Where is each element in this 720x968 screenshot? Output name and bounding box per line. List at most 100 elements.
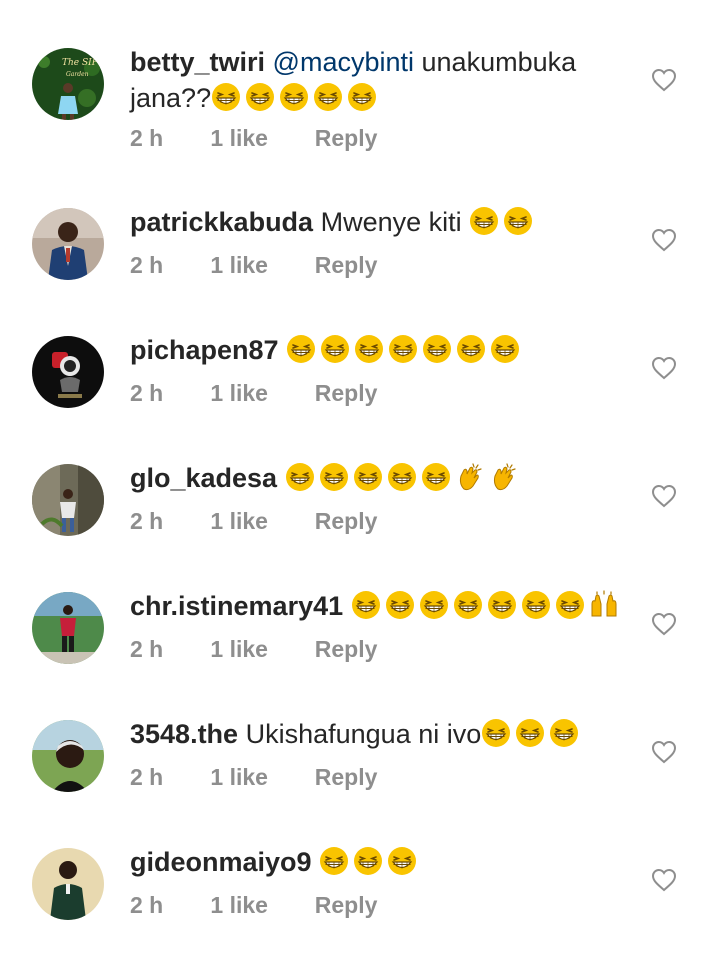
grin-emoji-icon [353,846,383,876]
like-heart-icon[interactable] [651,68,677,92]
like-heart-icon[interactable] [651,740,677,764]
grin-emoji-icon [245,82,275,112]
emoji-list [319,847,421,877]
reply-button[interactable]: Reply [315,252,378,279]
like-heart-icon[interactable] [651,612,677,636]
avatar[interactable] [32,592,104,664]
like-heart-icon[interactable] [651,228,677,252]
avatar-image [32,592,104,664]
grin-emoji-icon [421,462,451,492]
comment-time: 2 h [130,508,164,534]
grin-emoji-icon [481,718,511,748]
comment-body: betty_twiri @macybinti unakumbuka jana?? [130,44,630,116]
avatar-image [32,336,104,408]
emoji-list [286,335,524,365]
reply-button[interactable]: Reply [315,892,378,919]
comment-body: chr.istinemary41 [130,588,630,624]
comment-body: pichapen87 [130,332,630,368]
comment-likes[interactable]: 1 like [210,125,308,152]
comment-meta: 2 h 1 like Reply [130,508,377,535]
avatar-image [32,464,104,536]
grin-emoji-icon [385,590,415,620]
grin-emoji-icon [422,334,452,364]
grin-emoji-icon [347,82,377,112]
comment-time: 2 h [130,892,164,918]
clap-emoji-icon [489,462,519,492]
comment-item: 3548.the Ukishafungua ni ivo 2 h 1 like … [0,712,720,840]
emoji-list [351,590,623,621]
grin-emoji-icon [521,590,551,620]
like-heart-icon[interactable] [651,868,677,892]
comment-time: 2 h [130,380,164,406]
grin-emoji-icon [319,462,349,492]
comment-username[interactable]: 3548.the [130,719,238,749]
emoji-list [481,719,583,749]
avatar[interactable] [32,464,104,536]
comment-username[interactable]: patrickkabuda [130,207,313,237]
avatar-sign-text-2: Garden [66,71,89,78]
grin-emoji-icon [286,334,316,364]
grin-emoji-icon [487,590,517,620]
avatar[interactable] [32,848,104,920]
grin-emoji-icon [353,462,383,492]
emoji-list [211,83,381,113]
comment-username[interactable]: betty_twiri [130,47,265,77]
avatar[interactable] [32,720,104,792]
reply-button[interactable]: Reply [315,636,378,663]
grin-emoji-icon [351,590,381,620]
comment-likes[interactable]: 1 like [210,252,308,279]
grin-emoji-icon [388,334,418,364]
comment-item: glo_kadesa 2 h 1 like Reply [0,456,720,584]
avatar-image [32,208,104,280]
comment-text-line2: jana?? [130,83,212,113]
comment-username[interactable]: pichapen87 [130,335,279,365]
comment-body: glo_kadesa [130,460,630,496]
comment-likes[interactable]: 1 like [210,764,308,791]
avatar[interactable]: The SIP Garden [32,48,104,120]
grin-emoji-icon [387,462,417,492]
comment-time: 2 h [130,636,164,662]
avatar-image [32,720,104,792]
comment-time: 2 h [130,125,164,151]
like-heart-icon[interactable] [651,484,677,508]
emoji-list [285,463,523,493]
reply-button[interactable]: Reply [315,125,378,152]
comment-likes[interactable]: 1 like [210,380,308,407]
grin-emoji-icon [320,334,350,364]
reply-button[interactable]: Reply [315,380,378,407]
avatar[interactable] [32,208,104,280]
comment-meta: 2 h 1 like Reply [130,636,377,663]
comment-item: The SIP Garden betty_twiri @macybinti un… [0,40,720,168]
raised-hands-emoji-icon [589,590,619,620]
grin-emoji-icon [555,590,585,620]
comment-likes[interactable]: 1 like [210,892,308,919]
comment-likes[interactable]: 1 like [210,636,308,663]
comment-text: Ukishafungua ni ivo [245,719,482,749]
clap-emoji-icon [455,462,485,492]
comment-username[interactable]: chr.istinemary41 [130,591,343,621]
grin-emoji-icon [503,206,533,236]
grin-emoji-icon [490,334,520,364]
comment-username[interactable]: gideonmaiyo9 [130,847,312,877]
reply-button[interactable]: Reply [315,508,378,535]
comment-mention[interactable]: @macybinti [273,47,414,77]
grin-emoji-icon [549,718,579,748]
grin-emoji-icon [456,334,486,364]
avatar-image: The SIP Garden [32,48,104,120]
like-heart-icon[interactable] [651,356,677,380]
grin-emoji-icon [469,206,499,236]
avatar[interactable] [32,336,104,408]
comment-meta: 2 h 1 like Reply [130,252,377,279]
comment-username[interactable]: glo_kadesa [130,463,277,493]
comment-meta: 2 h 1 like Reply [130,892,377,919]
comment-item: patrickkabuda Mwenye kiti 2 h 1 like Rep… [0,200,720,328]
avatar-image [32,848,104,920]
reply-button[interactable]: Reply [315,764,378,791]
comment-likes[interactable]: 1 like [210,508,308,535]
comment-item: pichapen87 2 h 1 like Reply [0,328,720,456]
comment-item: gideonmaiyo9 2 h 1 like Reply [0,840,720,968]
comment-time: 2 h [130,252,164,278]
grin-emoji-icon [453,590,483,620]
grin-emoji-icon [285,462,315,492]
comment-text: unakumbuka [421,47,577,77]
